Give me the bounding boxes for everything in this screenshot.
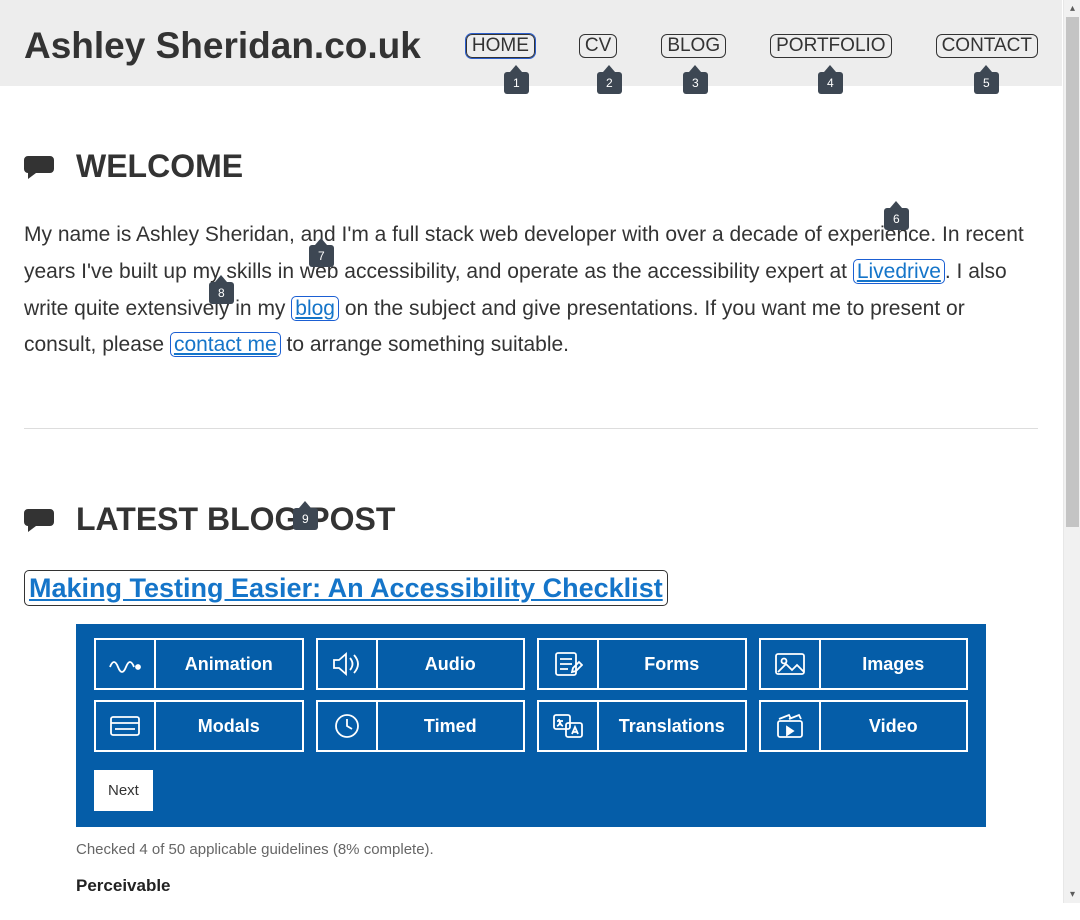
images-icon [761, 640, 821, 688]
checklist-label: Images [821, 654, 967, 675]
nav-contact[interactable]: CONTACT [936, 34, 1038, 59]
main-nav: HOME CV BLOG PORTFOLIO CONTACT [466, 34, 1038, 59]
checklist-label: Video [821, 716, 967, 737]
checklist-label: Forms [599, 654, 745, 675]
welcome-heading: WELCOME [24, 148, 1038, 185]
forms-icon [539, 640, 599, 688]
checklist-item-images: Images [759, 638, 969, 690]
animation-icon [96, 640, 156, 688]
scrollbar-thumb[interactable] [1066, 17, 1079, 527]
checklist-label: Timed [378, 716, 524, 737]
checklist-item-audio: Audio [316, 638, 526, 690]
checklist-preview: Animation Audio Forms [76, 624, 986, 896]
nav-cv[interactable]: CV [579, 34, 617, 59]
nav-portfolio[interactable]: PORTFOLIO [770, 34, 891, 59]
translations-icon [539, 702, 599, 750]
blog-link[interactable]: blog [291, 296, 339, 321]
checklist-item-animation: Animation [94, 638, 304, 690]
welcome-heading-text: WELCOME [76, 148, 243, 185]
checklist-label: Audio [378, 654, 524, 675]
site-header: Ashley Sheridan.co.uk HOME CV BLOG PORTF… [0, 0, 1062, 86]
checklist-grid: Animation Audio Forms [94, 638, 968, 752]
modals-icon [96, 702, 156, 750]
checklist-label: Animation [156, 654, 302, 675]
checklist-item-forms: Forms [537, 638, 747, 690]
checklist-item-timed: Timed [316, 700, 526, 752]
comment-icon [24, 154, 54, 180]
checklist-label: Modals [156, 716, 302, 737]
checklist-label: Translations [599, 716, 745, 737]
latest-post-title-link[interactable]: Making Testing Easier: An Accessibility … [24, 570, 668, 606]
welcome-paragraph: My name is Ashley Sheridan, and I'm a fu… [24, 217, 1038, 364]
checklist-item-video: Video [759, 700, 969, 752]
contact-me-link[interactable]: contact me [170, 332, 281, 357]
perceivable-subheading: Perceivable [76, 876, 986, 896]
site-title: Ashley Sheridan.co.uk [24, 25, 421, 67]
checklist-item-translations: Translations [537, 700, 747, 752]
livedrive-link[interactable]: Livedrive [853, 259, 945, 284]
main-content: WELCOME My name is Ashley Sheridan, and … [0, 86, 1062, 920]
nav-home[interactable]: HOME [466, 34, 535, 59]
next-button[interactable]: Next [94, 770, 153, 811]
checklist-panel: Animation Audio Forms [76, 624, 986, 827]
scroll-down-arrow[interactable]: ▾ [1064, 886, 1080, 903]
audio-icon [318, 640, 378, 688]
timed-icon [318, 702, 378, 750]
video-icon [761, 702, 821, 750]
checklist-caption: Checked 4 of 50 applicable guidelines (8… [76, 841, 986, 858]
checklist-item-modals: Modals [94, 700, 304, 752]
latest-heading-text: LATEST BLOG POST [76, 501, 395, 538]
latest-heading: LATEST BLOG POST [24, 501, 1038, 538]
nav-blog[interactable]: BLOG [661, 34, 726, 59]
scroll-up-arrow[interactable]: ▴ [1064, 0, 1080, 17]
comment-icon [24, 507, 54, 533]
section-divider [24, 428, 1038, 429]
vertical-scrollbar[interactable]: ▴ ▾ [1063, 0, 1080, 903]
